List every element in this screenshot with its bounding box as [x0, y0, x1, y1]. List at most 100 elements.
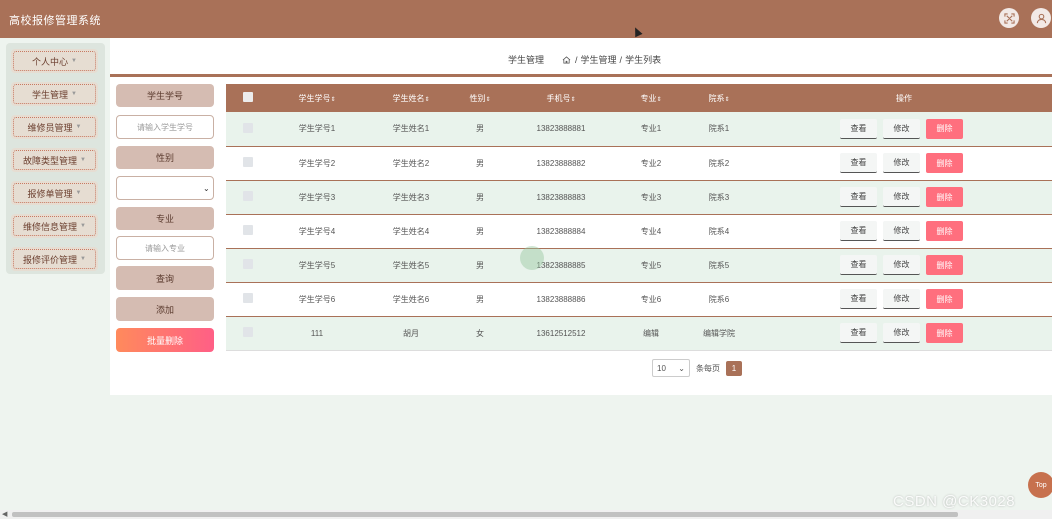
- cell-phone: 13823888881: [536, 124, 586, 134]
- delete-button[interactable]: 删除: [926, 153, 963, 173]
- sort-icon[interactable]: ⇕: [724, 97, 729, 103]
- cell-department: 院系3: [708, 192, 730, 202]
- view-button[interactable]: 查看: [840, 323, 877, 343]
- column-header-department[interactable]: 院系⇕: [682, 84, 756, 112]
- delete-button[interactable]: 删除: [926, 255, 963, 275]
- column-header-student-name[interactable]: 学生姓名⇕: [364, 84, 458, 112]
- cell-major: 专业6: [640, 294, 662, 304]
- select-all-checkbox[interactable]: [243, 92, 253, 102]
- row-checkbox[interactable]: [243, 191, 253, 201]
- column-header-student-no[interactable]: 学生学号⇕: [270, 84, 364, 112]
- row-checkbox[interactable]: [243, 122, 253, 133]
- batch-delete-button[interactable]: 批量删除: [116, 328, 214, 352]
- back-to-top-button[interactable]: Top: [1028, 472, 1052, 498]
- student-table: 学生学号⇕ 学生姓名⇕ 性别⇕ 手机号⇕ 专业⇕ 院系⇕ 操作 学生学号1 学生…: [226, 84, 1052, 351]
- view-button[interactable]: 查看: [840, 289, 877, 309]
- table-header-row: 学生学号⇕ 学生姓名⇕ 性别⇕ 手机号⇕ 专业⇕ 院系⇕ 操作: [226, 84, 1052, 112]
- caret-down-icon: ▼: [80, 223, 86, 229]
- cell-department: 院系6: [708, 294, 730, 304]
- cell-student-name: 学生姓名4: [392, 226, 430, 236]
- sort-icon[interactable]: ⇕: [330, 97, 335, 103]
- delete-button[interactable]: 删除: [926, 323, 963, 343]
- view-button[interactable]: 查看: [840, 221, 877, 241]
- delete-button[interactable]: 删除: [926, 289, 963, 309]
- edit-button[interactable]: 修改: [883, 118, 920, 139]
- cell-student-name: 学生姓名6: [392, 294, 430, 304]
- cell-gender: 男: [476, 124, 484, 134]
- sidebar-item-student-management[interactable]: 学生管理 ▼: [11, 82, 98, 106]
- major-input[interactable]: [116, 236, 214, 260]
- select-all-cell: [226, 84, 270, 112]
- cell-gender: 男: [476, 192, 484, 202]
- cell-major: 专业2: [640, 158, 662, 168]
- sidebar-item-label: 学生管理: [32, 89, 69, 100]
- sidebar-item-personal-center[interactable]: 个人中心 ▼: [11, 49, 98, 73]
- sort-icon[interactable]: ⇕: [424, 97, 429, 103]
- sidebar-item-repairman-management[interactable]: 维修员管理 ▼: [11, 115, 98, 139]
- row-checkbox[interactable]: [243, 157, 253, 167]
- sidebar-item-fault-type-management[interactable]: 故障类型管理 ▼: [11, 148, 98, 172]
- sidebar-item-repair-review-management[interactable]: 报修评价管理 ▼: [11, 247, 98, 271]
- column-header-major[interactable]: 专业⇕: [620, 84, 682, 112]
- query-button[interactable]: 查询: [116, 266, 214, 290]
- row-checkbox[interactable]: [243, 259, 253, 269]
- view-button[interactable]: 查看: [840, 187, 877, 207]
- breadcrumb-separator: /: [619, 54, 623, 65]
- home-icon[interactable]: [562, 55, 571, 64]
- edit-button[interactable]: 修改: [883, 255, 920, 275]
- sort-icon[interactable]: ⇕: [570, 97, 575, 103]
- horizontal-scrollbar[interactable]: ◀: [0, 510, 1052, 519]
- edit-button[interactable]: 修改: [883, 221, 920, 241]
- cell-department: 院系5: [708, 260, 730, 270]
- column-header-gender[interactable]: 性别⇕: [458, 84, 502, 112]
- breadcrumb-link-student-management[interactable]: 学生管理: [581, 53, 617, 66]
- view-button[interactable]: 查看: [840, 153, 877, 173]
- column-label: 手机号: [546, 93, 571, 103]
- sidebar-item-label: 维修员管理: [27, 122, 73, 133]
- view-button[interactable]: 查看: [840, 118, 877, 139]
- major-label: 专业: [116, 207, 214, 230]
- fullscreen-button[interactable]: [999, 8, 1019, 28]
- breadcrumb-current: 学生列表: [625, 55, 662, 65]
- delete-button[interactable]: 删除: [926, 221, 963, 241]
- user-icon: [1036, 13, 1046, 23]
- column-label: 专业: [640, 93, 657, 103]
- chevron-down-icon: ⌄: [678, 363, 685, 373]
- sort-icon[interactable]: ⇕: [656, 97, 661, 103]
- cell-gender: 男: [476, 158, 484, 168]
- cell-major: 编辑: [643, 328, 659, 338]
- edit-button[interactable]: 修改: [883, 153, 920, 173]
- sort-icon[interactable]: ⇕: [485, 97, 490, 103]
- edit-button[interactable]: 修改: [883, 323, 920, 343]
- delete-button[interactable]: 删除: [926, 118, 963, 139]
- cell-student-no: 学生学号3: [298, 192, 336, 202]
- expand-icon: [1003, 12, 1015, 24]
- cell-phone: 13823888884: [536, 226, 586, 236]
- sidebar-item-repair-info-management[interactable]: 维修信息管理 ▼: [11, 214, 98, 238]
- table-row: 学生学号1 学生姓名1 男 13823888881 专业1 院系1 查看 修改 删除: [226, 112, 1052, 146]
- page-size-select[interactable]: 10 ⌄: [652, 359, 690, 377]
- edit-button[interactable]: 修改: [883, 187, 920, 207]
- row-checkbox[interactable]: [243, 327, 253, 337]
- edit-button[interactable]: 修改: [883, 289, 920, 309]
- page-button-current[interactable]: 1: [726, 360, 742, 376]
- table-row: 111 胡月 女 13612512512 编辑 编辑学院 查看 修改 删除: [226, 316, 1052, 350]
- pagination: 10 ⌄ 条每页 1: [652, 359, 742, 377]
- per-page-label: 条每页: [696, 363, 720, 373]
- sidebar-item-repair-order-management[interactable]: 报修单管理 ▼: [11, 181, 98, 205]
- row-checkbox[interactable]: [243, 293, 253, 303]
- cell-department: 编辑学院: [703, 328, 735, 338]
- table-body: 学生学号1 学生姓名1 男 13823888881 专业1 院系1 查看 修改 删除…: [226, 112, 1052, 350]
- scroll-left-icon[interactable]: ◀: [2, 510, 7, 519]
- scrollbar-thumb[interactable]: [12, 512, 958, 517]
- user-button[interactable]: [1031, 8, 1051, 28]
- row-checkbox[interactable]: [243, 225, 253, 235]
- cell-student-no: 学生学号6: [298, 294, 336, 304]
- gender-select[interactable]: [116, 176, 214, 200]
- delete-button[interactable]: 删除: [926, 187, 963, 207]
- cell-phone: 13612512512: [536, 328, 586, 338]
- add-button[interactable]: 添加: [116, 297, 214, 321]
- view-button[interactable]: 查看: [840, 255, 877, 275]
- column-header-phone[interactable]: 手机号⇕: [502, 84, 620, 112]
- student-no-input[interactable]: [116, 115, 214, 139]
